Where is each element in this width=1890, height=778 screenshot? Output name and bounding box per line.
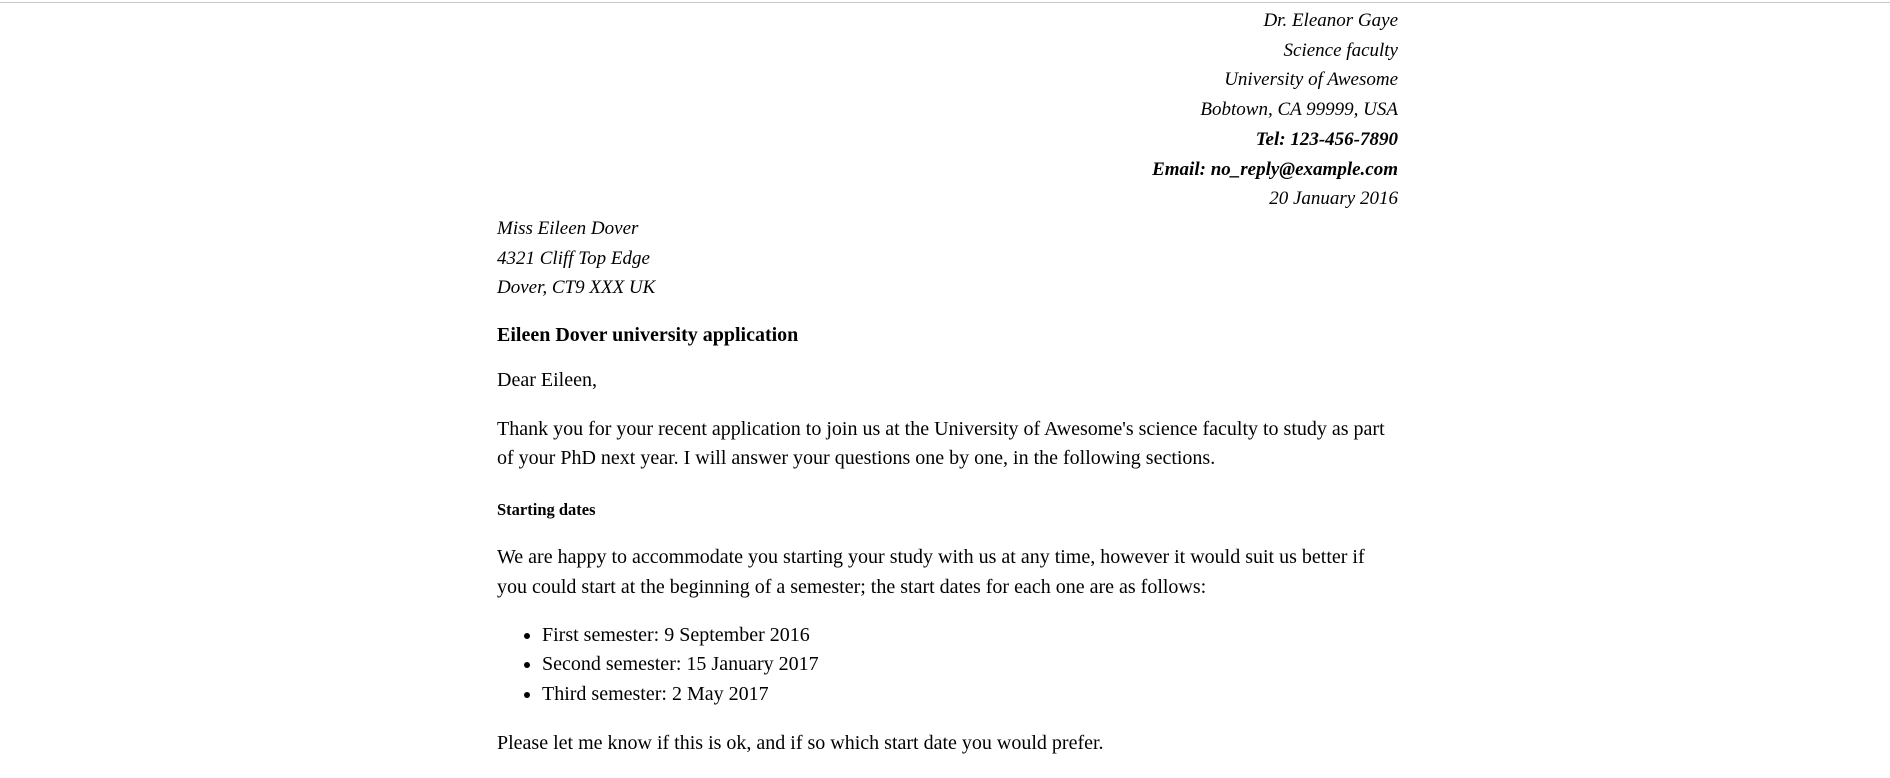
sender-location: Bobtown, CA 99999, USA bbox=[1200, 99, 1398, 121]
sender-department: Science faculty bbox=[1283, 39, 1398, 61]
sender-tel: Tel: 123-456-7890 bbox=[1255, 128, 1398, 150]
section-heading-starting-dates: Starting dates bbox=[497, 500, 596, 520]
list-item-second-semester: Second semester: 15 January 2017 bbox=[542, 650, 1398, 680]
letter-date: 20 January 2016 bbox=[1269, 188, 1398, 210]
sender-name: Dr. Eleanor Gaye bbox=[1263, 10, 1398, 31]
intro-paragraph: Thank you for your recent application to… bbox=[497, 417, 1385, 470]
starting-dates-paragraph: We are happy to accommodate you starting… bbox=[497, 546, 1365, 598]
top-border-line bbox=[0, 2, 1890, 3]
recipient-city: Dover, CT9 XXX UK bbox=[497, 277, 656, 299]
sender-email: Email: no_reply@example.com bbox=[1152, 158, 1398, 180]
recipient-address: Miss Eileen Dover 4321 Cliff Top Edge Do… bbox=[497, 214, 1398, 303]
sender-address: Dr. Eleanor Gaye Science faculty Univers… bbox=[497, 6, 1398, 214]
list-item-first-semester: First semester: 9 September 2016 bbox=[542, 621, 1398, 651]
letter: Dr. Eleanor Gaye Science faculty Univers… bbox=[497, 6, 1398, 758]
semester-dates-list: First semester: 9 September 2016 Second … bbox=[497, 621, 1398, 710]
letter-subject: Eileen Dover university application bbox=[497, 324, 799, 347]
sender-institution: University of Awesome bbox=[1224, 69, 1398, 91]
closing-paragraph: Please let me know if this is ok, and if… bbox=[497, 731, 1104, 754]
recipient-street: 4321 Cliff Top Edge bbox=[497, 247, 650, 269]
recipient-name: Miss Eileen Dover bbox=[497, 217, 639, 239]
salutation: Dear Eileen, bbox=[497, 369, 597, 392]
list-item-third-semester: Third semester: 2 May 2017 bbox=[542, 680, 1398, 710]
